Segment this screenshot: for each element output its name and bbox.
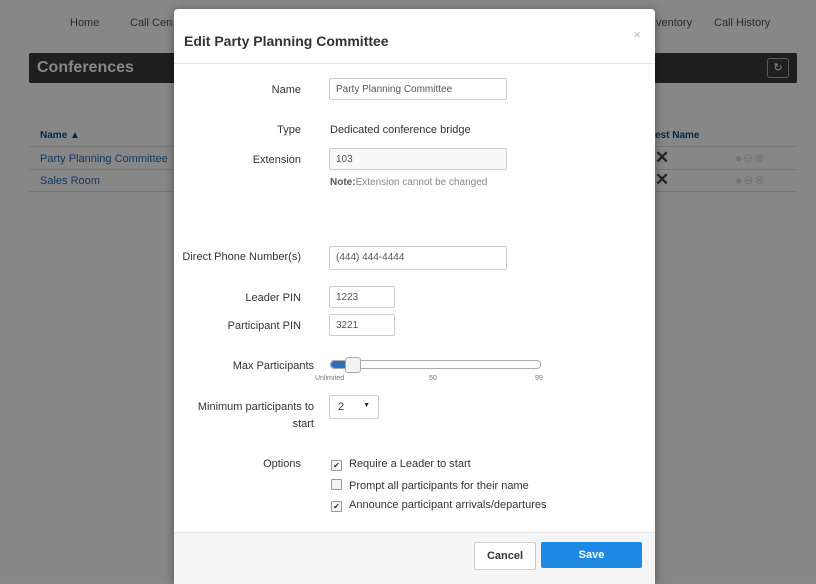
direct-phone-label: Direct Phone Number(s) [182, 251, 301, 263]
extension-note: Note:Extension cannot be changed [330, 177, 488, 188]
close-icon[interactable]: × [633, 27, 641, 42]
type-label: Type [277, 124, 301, 136]
checkbox-unchecked[interactable] [331, 479, 342, 490]
save-button[interactable]: Save [541, 542, 642, 568]
options-label: Options [263, 458, 301, 470]
option-prompt-name[interactable]: Prompt all participants for their name [331, 479, 529, 492]
min-participants-value: 2 [338, 401, 345, 413]
extension-label: Extension [252, 154, 301, 166]
name-input[interactable]: Party Planning Committee [329, 78, 507, 100]
checkbox-checked[interactable]: ✔ [331, 501, 342, 512]
checkbox-checked[interactable]: ✔ [331, 460, 342, 471]
modal-footer: Cancel Save [174, 532, 655, 584]
direct-phone-input[interactable]: (444) 444-4444 [329, 246, 507, 270]
min-participants-label-2: start [292, 418, 314, 430]
cancel-button[interactable]: Cancel [474, 542, 536, 570]
option-announce[interactable]: ✔ Announce participant arrivals/departure… [331, 499, 547, 512]
participant-pin-label: Participant PIN [227, 320, 301, 332]
max-participants-slider[interactable] [330, 357, 541, 373]
caret-down-icon: ▼ [363, 402, 370, 409]
extension-input: 103 [329, 148, 507, 170]
name-label: Name [271, 84, 301, 96]
edit-conference-modal: Edit Party Planning Committee × Name Par… [174, 9, 655, 584]
type-value: Dedicated conference bridge [330, 124, 471, 136]
max-participants-label: Max Participants [232, 360, 314, 372]
leader-pin-label: Leader PIN [245, 292, 301, 304]
slider-tick-min: Unlimited [315, 375, 345, 382]
option-require-leader[interactable]: ✔ Require a Leader to start [331, 458, 471, 471]
min-participants-label: Minimum participants to [197, 401, 314, 413]
slider-tick-max: 99 [535, 375, 543, 382]
leader-pin-input[interactable]: 1223 [329, 286, 395, 308]
participant-pin-input[interactable]: 3221 [329, 314, 395, 336]
modal-title: Edit Party Planning Committee [184, 33, 389, 49]
modal-header: Edit Party Planning Committee × [174, 9, 655, 64]
slider-tick-mid: 50 [429, 375, 437, 382]
slider-handle[interactable] [345, 357, 361, 373]
min-participants-select[interactable]: 2 ▼ [329, 395, 379, 419]
